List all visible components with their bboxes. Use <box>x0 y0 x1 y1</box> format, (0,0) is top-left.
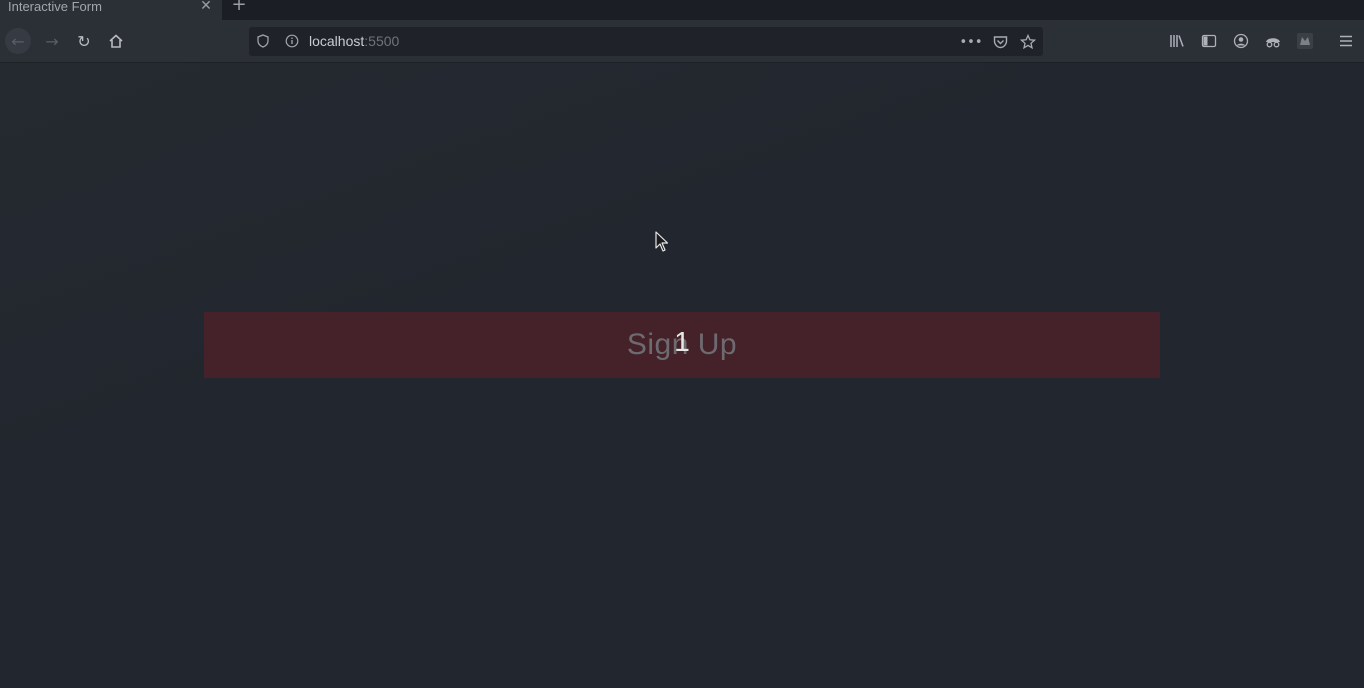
plus-icon[interactable]: + <box>230 0 248 14</box>
url-host: localhost <box>309 33 365 49</box>
back-button[interactable]: ← <box>5 28 31 54</box>
star-icon[interactable] <box>1019 33 1037 51</box>
close-icon[interactable]: ✕ <box>198 0 214 14</box>
url-text[interactable]: localhost:5500 <box>309 33 399 50</box>
ellipsis-icon[interactable]: ••• <box>960 33 983 51</box>
tab-bar: Interactive Form ✕ + <box>0 0 1364 20</box>
shield-icon[interactable] <box>255 33 271 49</box>
reload-button[interactable]: ↻ <box>71 28 97 54</box>
tab-title: Interactive Form <box>8 0 102 14</box>
reload-icon: ↻ <box>77 31 91 51</box>
incognito-icon[interactable] <box>1264 32 1282 50</box>
url-port: :5500 <box>364 33 400 49</box>
library-icon[interactable] <box>1168 32 1186 50</box>
overlay-counter: 1 <box>674 326 690 357</box>
extension-icon[interactable] <box>1296 32 1314 50</box>
mouse-cursor-icon <box>655 231 669 252</box>
url-bar[interactable]: localhost:5500 ••• <box>249 27 1043 56</box>
home-icon <box>109 34 123 48</box>
browser-tab[interactable]: Interactive Form ✕ <box>0 0 222 20</box>
info-icon[interactable] <box>284 33 300 49</box>
page-content: Sign Up 1 <box>0 63 1364 688</box>
arrow-left-icon: ← <box>11 31 25 51</box>
sidebar-icon[interactable] <box>1200 32 1218 50</box>
home-button[interactable] <box>103 28 129 54</box>
arrow-right-icon: → <box>45 31 59 51</box>
forward-button[interactable]: → <box>39 28 65 54</box>
navigation-toolbar: ← → ↻ localhost:5500 ••• <box>0 20 1364 63</box>
sign-up-button[interactable]: Sign Up 1 <box>204 312 1160 378</box>
account-icon[interactable] <box>1232 32 1250 50</box>
hamburger-menu-icon[interactable] <box>1337 32 1355 50</box>
pocket-icon[interactable] <box>991 33 1009 51</box>
